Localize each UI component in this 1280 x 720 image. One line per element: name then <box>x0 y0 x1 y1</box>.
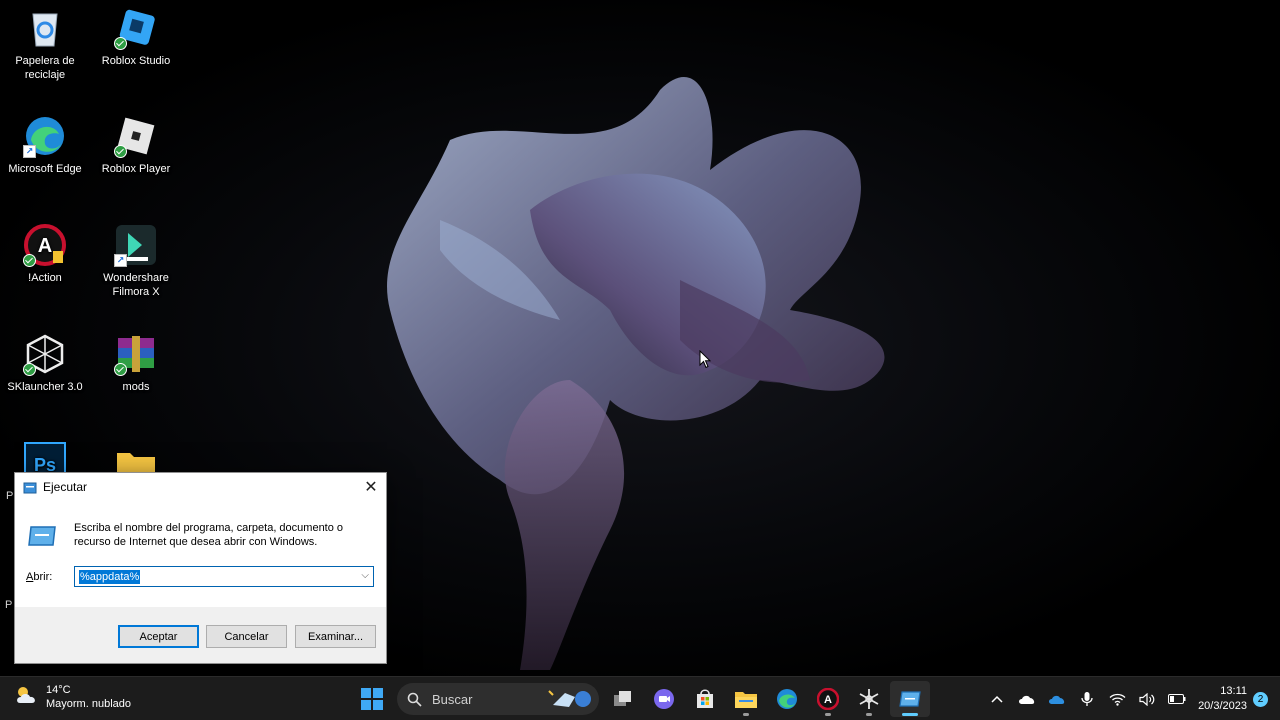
edge-icon <box>777 689 797 709</box>
open-input-value[interactable]: %appdata% <box>79 569 141 584</box>
dialog-title: Ejecutar <box>43 480 88 494</box>
shortcut-arrow-icon: ↗ <box>114 254 127 267</box>
wifi-icon[interactable] <box>1102 677 1132 720</box>
chevron-down-icon[interactable]: ⌵ <box>361 570 369 581</box>
volume-icon[interactable] <box>1132 677 1162 720</box>
taskbar-apps: Buscar A <box>352 681 931 717</box>
run-dialog: Ejecutar ✕ Escriba el nombre del program… <box>14 472 387 664</box>
task-view-icon <box>614 691 631 706</box>
wallpaper-bloom <box>387 77 885 670</box>
desktop-icon-edge[interactable]: ↗ Microsoft Edge <box>0 114 90 176</box>
shortcut-arrow-icon: ↗ <box>23 145 36 158</box>
sklauncher-icon <box>23 332 67 376</box>
teams-chat-icon <box>654 689 674 709</box>
sync-check-icon <box>114 363 127 376</box>
taskbar: 14°C Mayorm. nublado Buscar A 13:11 20/3… <box>0 676 1280 720</box>
taskbar-search[interactable]: Buscar <box>397 683 599 715</box>
winrar-icon <box>114 332 158 376</box>
run-icon <box>899 691 921 707</box>
battery-icon[interactable] <box>1162 677 1192 720</box>
start-icon <box>361 688 383 710</box>
recycle-bin-icon <box>23 6 67 50</box>
roblox-studio-icon <box>114 6 158 50</box>
desktop-icon-sklauncher[interactable]: SKlauncher 3.0 <box>0 332 90 394</box>
chevron-up-icon[interactable] <box>982 677 1012 720</box>
run-icon <box>23 481 37 494</box>
search-highlight-icon <box>548 690 591 707</box>
snowflake-app-button[interactable] <box>849 681 889 717</box>
start-button[interactable] <box>352 681 392 717</box>
run-program-icon <box>27 525 57 547</box>
cloud-sun-icon <box>14 684 40 711</box>
sync-check-icon <box>23 363 36 376</box>
search-placeholder: Buscar <box>432 691 473 707</box>
microphone-icon[interactable] <box>1072 677 1102 720</box>
desktop-icon-label-partial-2: P <box>5 599 13 611</box>
run-app-button[interactable] <box>890 681 930 717</box>
svg-text:A: A <box>38 235 52 257</box>
onedrive-blue-icon[interactable] <box>1042 677 1072 720</box>
open-combobox[interactable]: %appdata% ⌵ <box>74 566 374 587</box>
dialog-body: Escriba el nombre del programa, carpeta,… <box>15 501 386 607</box>
file-explorer-button[interactable] <box>726 681 766 717</box>
system-tray: 13:11 20/3/2023 2 <box>982 677 1280 720</box>
browse-button[interactable]: Examinar... <box>295 625 376 648</box>
desktop-icon-action[interactable]: A !Action <box>0 223 90 285</box>
notification-badge[interactable]: 2 <box>1253 691 1268 707</box>
svg-text:A: A <box>824 694 832 706</box>
edge-icon: ↗ <box>23 114 67 158</box>
onedrive-white-icon[interactable] <box>1012 677 1042 720</box>
dialog-description: Escriba el nombre del programa, carpeta,… <box>74 522 344 548</box>
weather-widget[interactable]: 14°C Mayorm. nublado <box>14 683 131 711</box>
action-icon: A <box>23 223 67 267</box>
action-app-button[interactable]: A <box>808 681 848 717</box>
close-icon[interactable]: ✕ <box>358 474 384 500</box>
task-view-button[interactable] <box>603 681 643 717</box>
desktop-icon-mods[interactable]: mods <box>91 332 181 394</box>
search-icon <box>407 692 422 707</box>
clock-time: 13:11 <box>1220 685 1247 697</box>
clock-date: 20/3/2023 <box>1198 700 1247 712</box>
mouse-cursor-icon <box>699 350 711 369</box>
filmora-icon: ↗ <box>114 223 158 267</box>
roblox-player-icon <box>114 114 158 158</box>
clock[interactable]: 13:11 20/3/2023 <box>1198 684 1247 714</box>
action-icon: A <box>817 688 839 710</box>
desktop-icon-roblox-studio[interactable]: Roblox Studio <box>91 6 181 68</box>
sync-check-icon <box>23 254 36 267</box>
snowflake-app-icon <box>859 689 879 709</box>
sync-check-icon <box>114 145 127 158</box>
teams-chat-button[interactable] <box>644 681 684 717</box>
weather-desc: Mayorm. nublado <box>46 698 131 710</box>
sync-check-icon <box>114 37 127 50</box>
edge-button[interactable] <box>767 681 807 717</box>
cancel-button[interactable]: Cancelar <box>206 625 287 648</box>
desktop-icon-label-partial: P <box>6 490 14 502</box>
file-explorer-icon <box>735 692 757 708</box>
store-icon <box>697 689 713 708</box>
open-label: Abrir: <box>26 571 53 583</box>
store-button[interactable] <box>685 681 725 717</box>
desktop-icon-filmora[interactable]: ↗ Wondershare Filmora X <box>91 223 181 299</box>
desktop-icon-roblox-player[interactable]: Roblox Player <box>91 114 181 176</box>
accept-button[interactable]: Aceptar <box>118 625 199 648</box>
dialog-titlebar[interactable]: Ejecutar <box>15 473 386 501</box>
desktop-icon-recycle-bin[interactable]: Papelera de reciclaje <box>0 6 90 82</box>
weather-temp: 14°C <box>46 684 71 696</box>
